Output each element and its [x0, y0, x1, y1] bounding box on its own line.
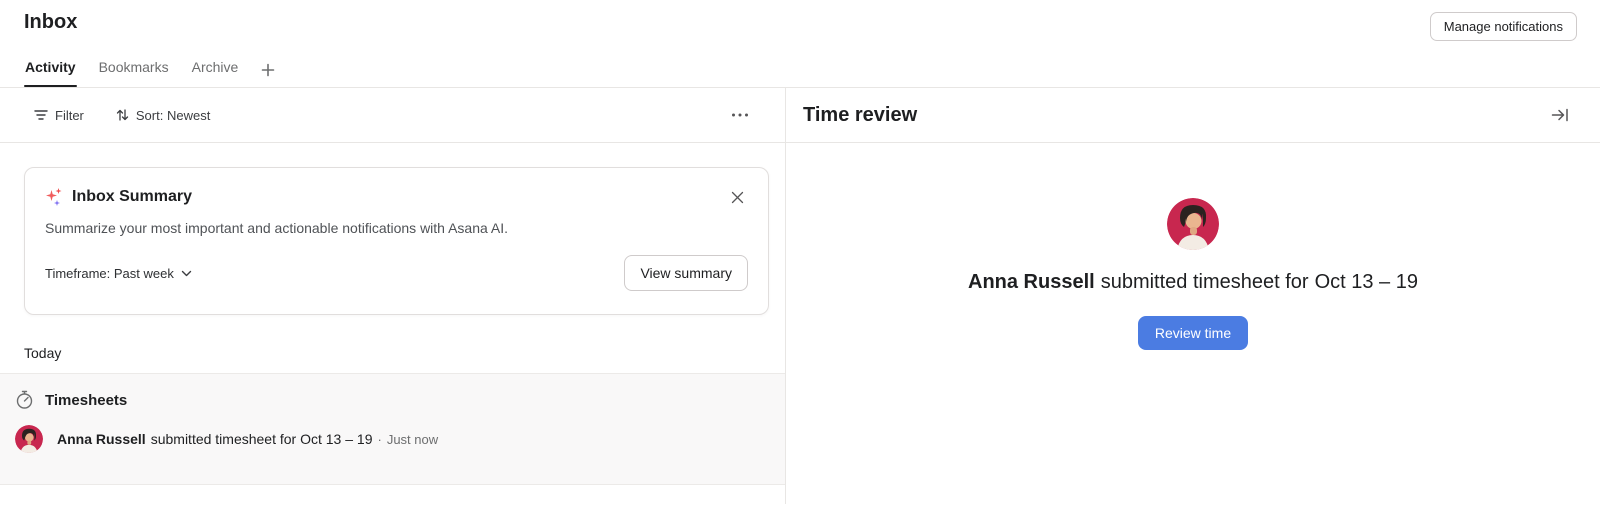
- avatar: [1167, 198, 1219, 250]
- ellipsis-icon: [731, 112, 749, 118]
- notification-text: Anna Russell submitted timesheet for Oct…: [57, 431, 438, 447]
- time-review-body: Anna Russell submitted timesheet for Oct…: [786, 143, 1600, 504]
- summary-card-description: Summarize your most important and action…: [45, 220, 748, 236]
- add-tab-button[interactable]: [260, 62, 276, 87]
- time-review-headline: Anna Russell submitted timesheet for Oct…: [968, 271, 1418, 294]
- collapse-right-icon: [1550, 105, 1570, 125]
- sort-label: Sort: Newest: [136, 108, 210, 123]
- filter-button[interactable]: Filter: [34, 108, 84, 123]
- timeframe-dropdown[interactable]: Timeframe: Past week: [45, 266, 192, 281]
- close-icon: [730, 190, 745, 205]
- manage-notifications-button[interactable]: Manage notifications: [1430, 12, 1577, 41]
- collapse-panel-button[interactable]: [1546, 101, 1574, 129]
- filter-icon: [34, 109, 48, 121]
- chevron-down-icon: [181, 270, 192, 277]
- close-summary-button[interactable]: [724, 184, 751, 211]
- timer-icon: [15, 390, 34, 410]
- ai-sparkle-icon: [45, 187, 64, 207]
- feed-content: Inbox Summary Summarize your most import…: [0, 143, 785, 504]
- filter-label: Filter: [55, 108, 84, 123]
- view-summary-button[interactable]: View summary: [624, 255, 748, 291]
- notification-actor: Anna Russell: [57, 431, 146, 447]
- date-group-label: Today: [24, 345, 785, 361]
- time-review-panel: Time review Anna Russell submitt: [786, 88, 1600, 504]
- tab-activity[interactable]: Activity: [24, 59, 77, 87]
- more-options-button[interactable]: [727, 108, 753, 122]
- time-review-title: Time review: [803, 104, 917, 127]
- headline-date-range: Oct 13 – 19: [1315, 271, 1418, 294]
- timesheets-group-title: Timesheets: [45, 392, 127, 409]
- summary-card-title: Inbox Summary: [72, 188, 192, 206]
- activity-feed-panel: Filter Sort: Newest: [0, 88, 786, 504]
- tab-archive[interactable]: Archive: [191, 59, 240, 87]
- tab-bookmarks[interactable]: Bookmarks: [98, 59, 170, 87]
- avatar: [15, 425, 43, 453]
- inbox-tabs: Activity Bookmarks Archive: [24, 59, 276, 87]
- page-title: Inbox: [24, 11, 77, 34]
- time-review-header: Time review: [786, 88, 1600, 143]
- sort-arrows-icon: [116, 108, 129, 122]
- inbox-summary-card: Inbox Summary Summarize your most import…: [24, 167, 769, 315]
- inbox-header: Inbox Manage notifications Activity Book…: [0, 0, 1600, 88]
- headline-actor: Anna Russell: [968, 271, 1095, 294]
- timesheets-group-header[interactable]: Timesheets: [15, 390, 785, 410]
- timesheets-group: Timesheets Anna Russell submitted timesh…: [0, 373, 785, 485]
- timeframe-label: Timeframe: Past week: [45, 266, 174, 281]
- feed-toolbar: Filter Sort: Newest: [0, 88, 785, 143]
- sort-button[interactable]: Sort: Newest: [116, 108, 210, 123]
- notification-timestamp: Just now: [387, 432, 438, 447]
- headline-action: submitted timesheet for: [1101, 271, 1309, 294]
- asana-inbox-app: Inbox Manage notifications Activity Book…: [0, 0, 1600, 505]
- notification-separator: ·: [377, 432, 381, 447]
- timesheet-notification-row[interactable]: Anna Russell submitted timesheet for Oct…: [15, 425, 785, 453]
- notification-action: submitted timesheet for Oct 13 – 19: [151, 431, 373, 447]
- plus-icon: [260, 62, 276, 78]
- review-time-button[interactable]: Review time: [1138, 316, 1248, 350]
